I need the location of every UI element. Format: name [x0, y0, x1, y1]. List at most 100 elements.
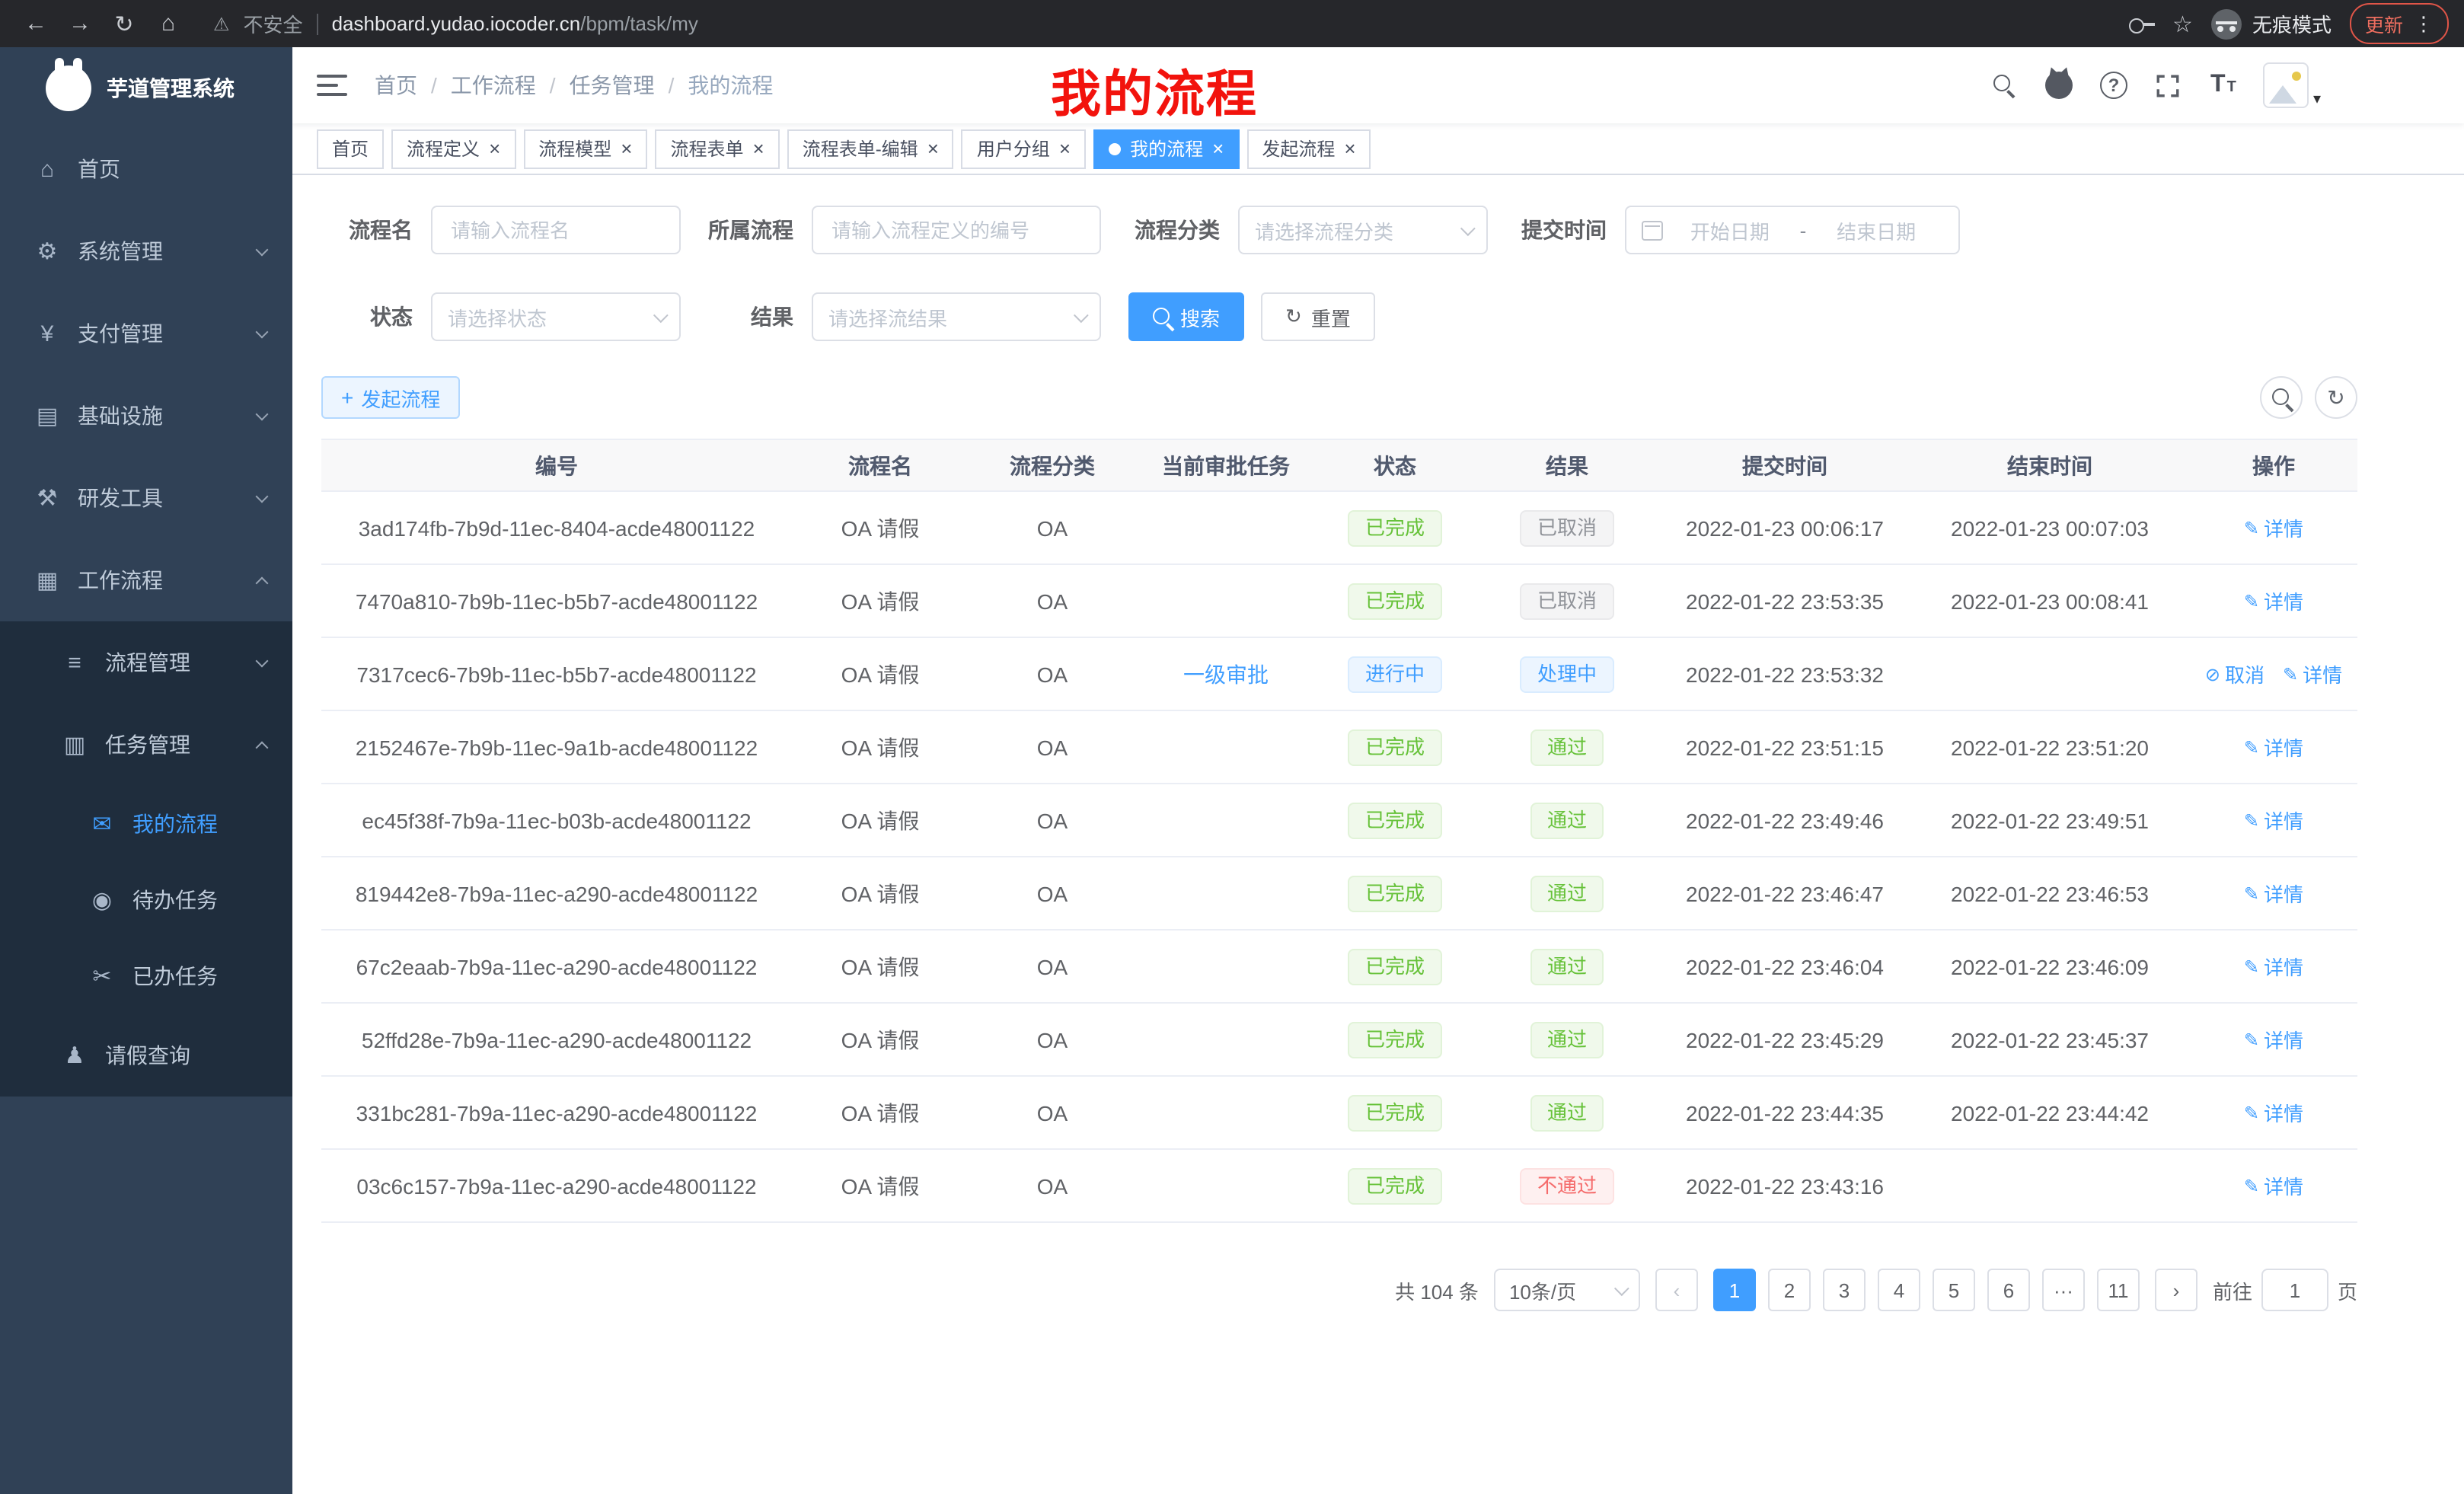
page-button-1[interactable]: 1	[1713, 1269, 1756, 1311]
sidebar-item-task-mgmt[interactable]: ▥任务管理	[0, 704, 292, 786]
detail-link[interactable]: ✎详情	[2244, 1171, 2303, 1200]
close-icon[interactable]: ×	[753, 139, 764, 158]
sidebar-item-system[interactable]: ⚙系统管理	[0, 210, 292, 292]
reload-button[interactable]: ↻	[104, 3, 145, 44]
header-search-button[interactable]	[1989, 70, 2019, 101]
password-key-icon[interactable]	[2128, 16, 2154, 31]
table-row: 67c2eaab-7b9a-11ec-a290-acde48001122OA 请…	[321, 930, 2357, 1003]
detail-link[interactable]: ✎详情	[2244, 733, 2303, 761]
status-select[interactable]: 请选择状态	[431, 292, 681, 341]
sidebar-item-payment[interactable]: ¥支付管理	[0, 292, 292, 375]
edit-icon: ✎	[2283, 663, 2298, 685]
status-badge: 已完成	[1348, 1094, 1441, 1131]
tab-start-process[interactable]: 发起流程×	[1246, 129, 1371, 168]
tab-process-form[interactable]: 流程表单×	[655, 129, 779, 168]
sidebar-item-done-tasks[interactable]: ✂已办任务	[0, 938, 292, 1014]
font-size-button[interactable]: TT	[2208, 70, 2239, 101]
refresh-button[interactable]: ↻	[2315, 376, 2357, 419]
menu-dots-icon[interactable]: ⋮	[2414, 11, 2434, 36]
process-name-input[interactable]	[431, 206, 681, 254]
detail-link[interactable]: ✎详情	[2244, 1098, 2303, 1127]
tab-my-process[interactable]: 我的流程×	[1093, 129, 1239, 168]
tab-process-model[interactable]: 流程模型×	[523, 129, 647, 168]
detail-link[interactable]: ✎详情	[2244, 806, 2303, 835]
process-definition-input[interactable]	[812, 206, 1101, 254]
page-button-5[interactable]: 5	[1933, 1269, 1975, 1311]
tab-home[interactable]: 首页	[317, 129, 384, 168]
reset-button[interactable]: ↻ 重置	[1261, 292, 1375, 341]
result-badge: 通过	[1530, 729, 1604, 765]
sidebar-item-leave-query[interactable]: ♟请假查询	[0, 1014, 292, 1097]
close-icon[interactable]: ×	[621, 139, 632, 158]
github-button[interactable]	[2044, 70, 2074, 101]
row-result: 通过	[1474, 1076, 1660, 1149]
close-icon[interactable]: ×	[1212, 139, 1224, 158]
current-task-link[interactable]: 一级审批	[1183, 662, 1269, 686]
user-avatar-menu[interactable]: ▾	[2263, 62, 2321, 108]
fullscreen-button[interactable]	[2153, 70, 2184, 101]
help-button[interactable]: ?	[2099, 70, 2129, 101]
row-name: OA 请假	[792, 637, 969, 710]
forward-button[interactable]: →	[59, 3, 101, 44]
sidebar-item-my-process[interactable]: ✉我的流程	[0, 786, 292, 862]
prev-page-button[interactable]: ‹	[1655, 1269, 1698, 1311]
row-submit-time: 2022-01-22 23:46:47	[1660, 857, 1910, 930]
goto-page-input[interactable]	[2261, 1269, 2328, 1311]
back-button[interactable]: ←	[15, 3, 56, 44]
page-button-2[interactable]: 2	[1768, 1269, 1811, 1311]
tab-user-group[interactable]: 用户分组 ×	[962, 129, 1086, 168]
home-button[interactable]: ⌂	[148, 3, 189, 44]
row-task	[1136, 857, 1316, 930]
detail-link[interactable]: ✎详情	[2244, 879, 2303, 908]
cancel-link[interactable]: ⊘取消	[2205, 659, 2265, 688]
page-button-3[interactable]: 3	[1823, 1269, 1866, 1311]
sidebar-item-devtools[interactable]: ⚒研发工具	[0, 457, 292, 539]
detail-link[interactable]: ✎详情	[2283, 659, 2342, 688]
hamburger-button[interactable]	[317, 75, 347, 96]
tab-label: 用户分组	[977, 136, 1050, 161]
column-header: 操作	[2190, 439, 2357, 491]
range-separator: -	[1797, 219, 1810, 241]
detail-link[interactable]: ✎详情	[2244, 1025, 2303, 1054]
breadcrumb-item[interactable]: 工作流程	[451, 70, 536, 101]
close-icon[interactable]: ×	[1059, 139, 1071, 158]
page-button-6[interactable]: 6	[1987, 1269, 2030, 1311]
sidebar-item-home[interactable]: ⌂首页	[0, 128, 292, 210]
close-icon[interactable]: ×	[927, 139, 939, 158]
search-icon	[2271, 388, 2291, 407]
tab-process-definition[interactable]: 流程定义×	[391, 129, 515, 168]
tab-process-form-edit[interactable]: 流程表单-编辑×	[787, 129, 954, 168]
close-icon[interactable]: ×	[489, 139, 500, 158]
bookmark-star-icon[interactable]: ☆	[2172, 10, 2193, 37]
row-category: OA	[969, 637, 1136, 710]
action-label: 详情	[2264, 513, 2303, 542]
breadcrumb-item[interactable]: 任务管理	[570, 70, 655, 101]
pagination-ellipsis[interactable]: ···	[2042, 1269, 2085, 1311]
update-button[interactable]: 更新 ⋮	[2350, 3, 2449, 44]
row-actions: ✎详情	[2190, 491, 2357, 564]
status-badge: 已完成	[1348, 729, 1441, 765]
sidebar-item-workflow[interactable]: ▦工作流程	[0, 539, 292, 621]
logo-row[interactable]: 芋道管理系统	[0, 47, 292, 128]
page-size-select[interactable]: 10条/页	[1494, 1269, 1640, 1311]
detail-link[interactable]: ✎详情	[2244, 586, 2303, 615]
submit-time-range-picker[interactable]: 开始日期 - 结束日期	[1625, 206, 1960, 254]
process-category-select[interactable]: 请选择流程分类	[1238, 206, 1488, 254]
sidebar-item-process-mgmt[interactable]: ≡流程管理	[0, 621, 292, 704]
detail-link[interactable]: ✎详情	[2244, 513, 2303, 542]
search-button[interactable]: 搜索	[1128, 292, 1244, 341]
address-bar[interactable]: ⚠ 不安全 dashboard.yudao.iocoder.cn/bpm/tas…	[213, 9, 2107, 38]
page-button-4[interactable]: 4	[1878, 1269, 1920, 1311]
detail-link[interactable]: ✎详情	[2244, 952, 2303, 981]
row-category: OA	[969, 930, 1136, 1003]
row-actions: ✎详情	[2190, 1149, 2357, 1222]
sidebar-item-todo-tasks[interactable]: ◉待办任务	[0, 862, 292, 938]
close-icon[interactable]: ×	[1344, 139, 1355, 158]
create-process-button[interactable]: + 发起流程	[321, 376, 460, 419]
sidebar-item-infrastructure[interactable]: ▤基础设施	[0, 375, 292, 457]
page-button-11[interactable]: 11	[2097, 1269, 2140, 1311]
result-select[interactable]: 请选择流结果	[812, 292, 1101, 341]
next-page-button[interactable]: ›	[2155, 1269, 2197, 1311]
breadcrumb-item[interactable]: 首页	[375, 70, 417, 101]
search-toggle-button[interactable]	[2260, 376, 2303, 419]
